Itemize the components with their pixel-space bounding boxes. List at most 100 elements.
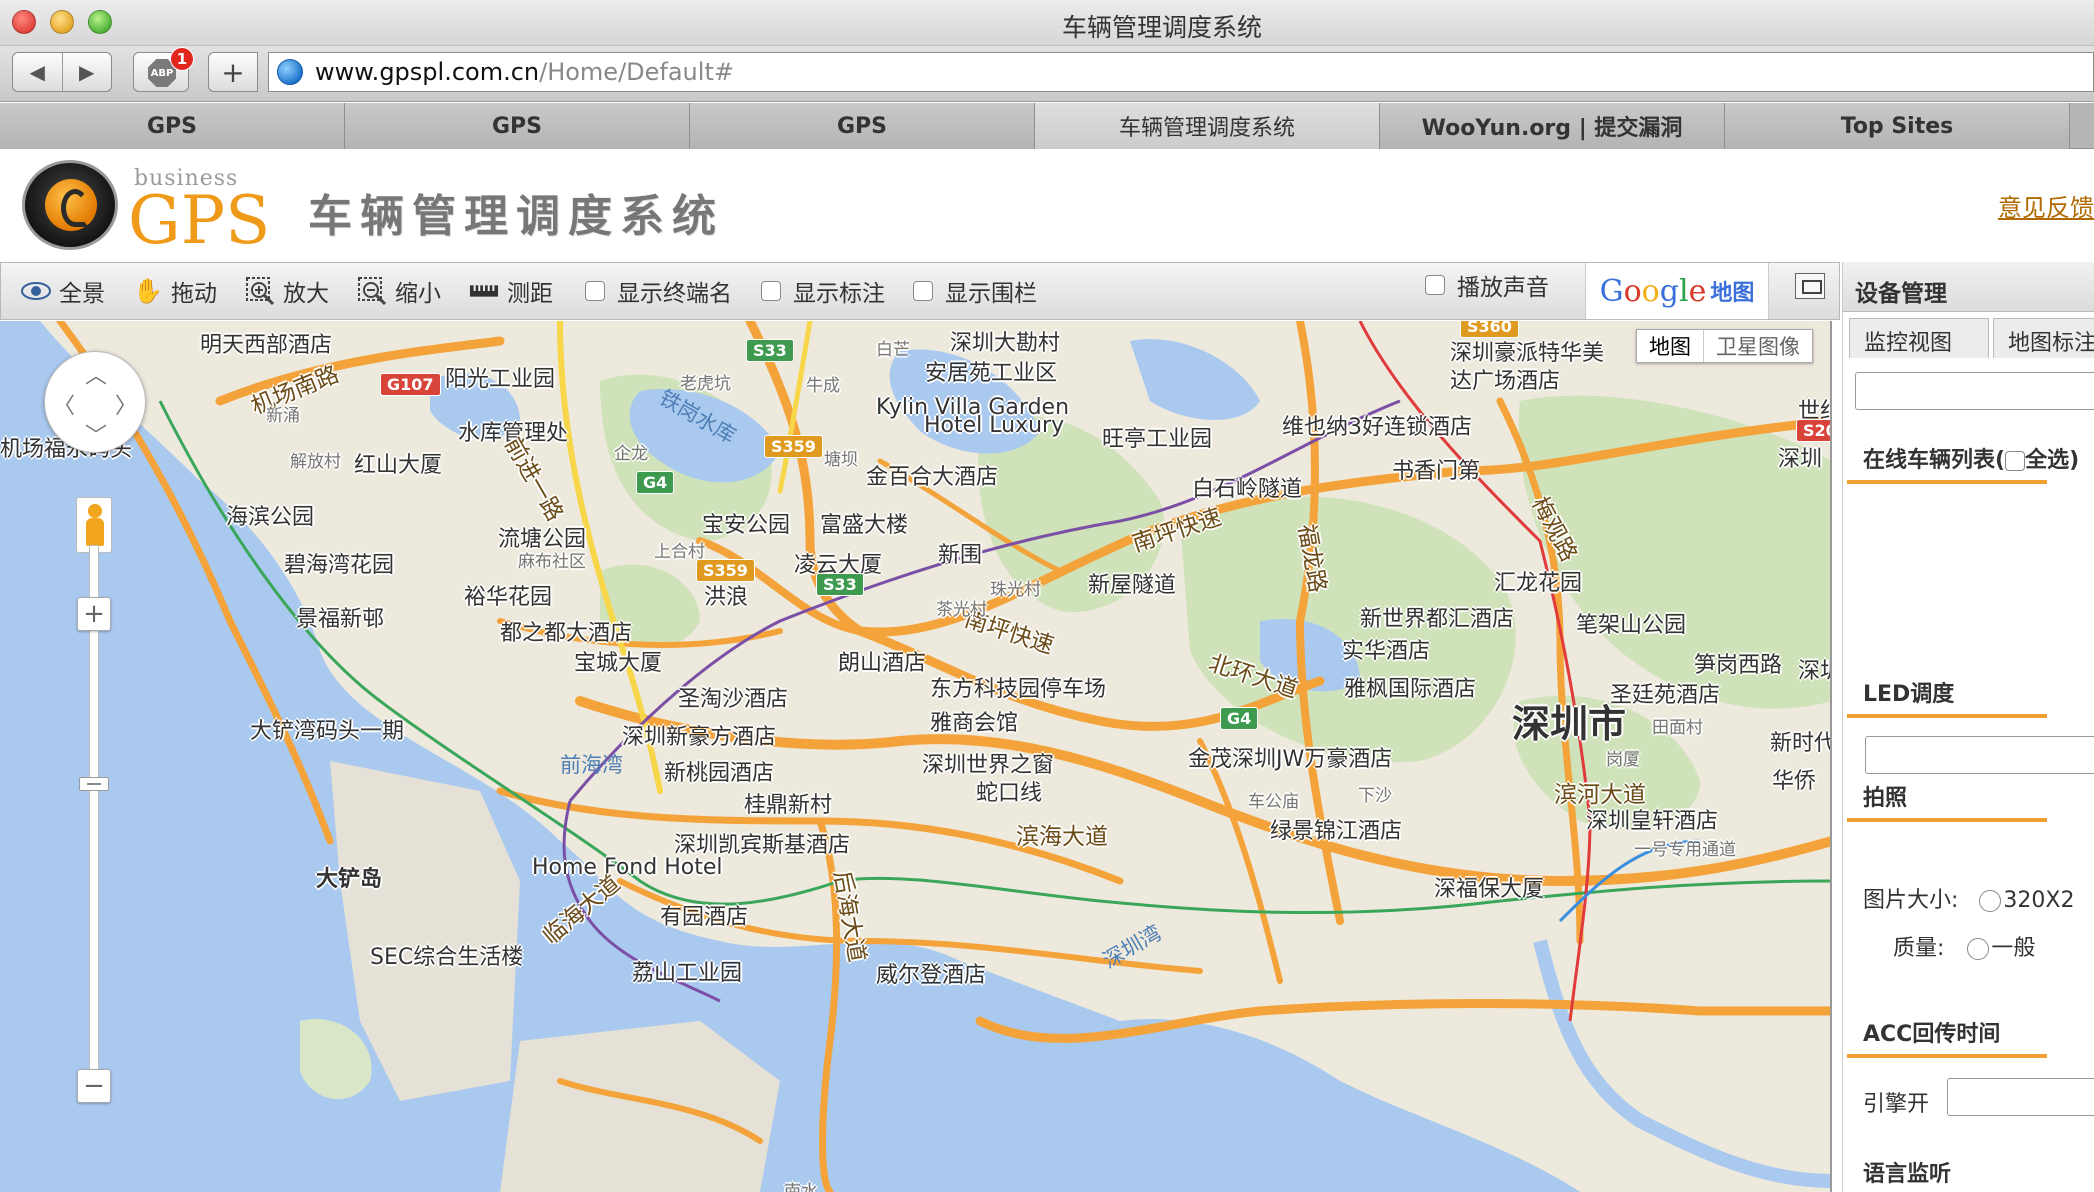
map-label: 有园酒店	[660, 905, 749, 930]
route-shield: G4	[636, 471, 675, 494]
overview-tool[interactable]: 全景	[21, 273, 105, 309]
tab-gps-1[interactable]: GPS	[0, 103, 345, 149]
engine-on-input[interactable]	[1947, 1078, 2094, 1116]
select-all-checkbox[interactable]	[2005, 451, 2026, 471]
map-label: 东方科技园停车场	[930, 677, 1107, 702]
zoom-out-tool[interactable]: 缩小	[357, 273, 441, 309]
area-label: 田面村	[1652, 718, 1703, 738]
show-labels-toggle[interactable]: 显示标注	[761, 273, 885, 309]
tab-gps-3[interactable]: GPS	[690, 103, 1035, 149]
pan-down-icon[interactable]: ﹀	[85, 418, 107, 450]
show-fence-checkbox[interactable]	[913, 281, 933, 301]
play-sound-checkbox[interactable]	[1425, 275, 1445, 295]
map-label: 旺亭工业园	[1102, 427, 1213, 452]
pan-up-icon[interactable]: ︿	[85, 358, 107, 390]
browser-toolbar: ◀ ▶ ABP 1 + www.gpspl.com.cn /Home/Defau…	[0, 46, 2094, 102]
map-label: SEC综合生活楼	[370, 945, 524, 970]
map-label: 安居苑工业区	[925, 361, 1058, 386]
area-label: 麻布社区	[518, 552, 586, 572]
show-fence-toggle[interactable]: 显示围栏	[913, 273, 1037, 309]
zoom-slider-handle[interactable]	[79, 777, 109, 791]
map-type-satellite-button[interactable]: 卫星图像	[1704, 330, 1812, 362]
google-map-logo[interactable]: Google 地图	[1585, 263, 1769, 319]
area-label: 茶光村	[936, 600, 987, 620]
map-label: 宝城大厦	[574, 651, 663, 676]
hand-icon: ✋	[133, 277, 163, 305]
map-zoom-in-button[interactable]: +	[77, 597, 111, 631]
led-message-input[interactable]	[1865, 736, 2094, 774]
restore-window-icon[interactable]	[1795, 273, 1825, 299]
map-label: 新围	[938, 543, 983, 568]
area-label: 岗厦	[1606, 750, 1640, 770]
image-size-radio[interactable]	[1979, 890, 2002, 912]
panel-title: 设备管理	[1843, 262, 2094, 312]
engine-on-row: 引擎开	[1863, 1092, 1930, 1117]
led-dispatch-header: LED调度	[1843, 676, 2094, 718]
image-size-row: 图片大小: 320X2	[1863, 888, 2075, 913]
new-tab-plus-icon[interactable]: +	[208, 52, 258, 92]
map-label: 深圳	[1778, 447, 1823, 472]
play-sound-toggle[interactable]: 播放声音	[1425, 267, 1549, 303]
map-background	[0, 321, 1830, 1192]
map-label: 蛇口线	[976, 781, 1043, 806]
eye-icon	[21, 276, 51, 306]
url-host: www.gpspl.com.cn	[315, 58, 540, 86]
show-terminal-name-toggle[interactable]: 显示终端名	[585, 273, 732, 309]
zoom-out-icon	[357, 276, 387, 306]
map-label: 书香门第	[1392, 459, 1481, 484]
road-label: 滨海大道	[1016, 824, 1108, 850]
route-shield: G107	[380, 373, 441, 396]
map-label: 新屋隧道	[1088, 573, 1177, 598]
map-label: 阳光工业园	[445, 367, 556, 392]
pan-control[interactable]: ︿ ﹀ 〈 〉	[44, 351, 146, 453]
feedback-link[interactable]: 意见反馈	[1998, 188, 2094, 223]
map-label: 圣淘沙酒店	[678, 687, 789, 712]
show-labels-checkbox[interactable]	[761, 281, 781, 301]
map-label: 白石岭隧道	[1192, 477, 1303, 502]
map-label: 富盛大楼	[820, 513, 909, 538]
area-label: 一号专用通道	[1634, 840, 1736, 860]
map-label: 深福保大厦	[1434, 877, 1545, 902]
device-panel: 设备管理 监控视图 地图标注 在线车辆列表(全选) LED调度 拍照 图片大小:…	[1842, 262, 2094, 1192]
map-label: 深圳皇轩酒店	[1586, 809, 1719, 834]
map-label: 裕华花园	[464, 585, 553, 610]
drag-tool[interactable]: ✋ 拖动	[133, 273, 217, 309]
map-label: 深圳	[1798, 659, 1830, 684]
map-label: 实华酒店	[1342, 639, 1431, 664]
tab-vehicle-system[interactable]: 车辆管理调度系统	[1035, 103, 1380, 149]
map-label: 圣廷苑酒店	[1610, 683, 1721, 708]
zoom-in-icon	[245, 276, 275, 306]
zoom-in-tool[interactable]: 放大	[245, 273, 329, 309]
map-type-switch: 地图 卫星图像	[1636, 329, 1813, 363]
address-bar[interactable]: www.gpspl.com.cn /Home/Default#	[268, 52, 2094, 92]
tab-top-sites[interactable]: Top Sites	[1725, 103, 2070, 149]
tab-wooyun[interactable]: WooYun.org | 提交漏洞	[1380, 103, 1725, 149]
map-canvas[interactable]: 明天西部酒店 阳光工业园 深圳大勘村 安居苑工业区 深圳豪派特华美 达广场酒店 …	[0, 321, 1832, 1192]
map-label: 深圳新豪方酒店	[622, 725, 777, 750]
map-label: 新时代	[1770, 731, 1832, 756]
route-shield: S359	[696, 559, 755, 582]
route-shield: G4	[1220, 707, 1259, 730]
tab-gps-2[interactable]: GPS	[345, 103, 690, 149]
measure-tool[interactable]: 测距	[469, 273, 553, 309]
area-label: 新涌	[266, 406, 300, 426]
forward-arrow-icon[interactable]: ▶	[63, 53, 112, 91]
tab-monitor-view[interactable]: 监控视图	[1849, 318, 1989, 358]
pan-right-icon[interactable]: 〉	[115, 388, 137, 420]
adblock-badge: 1	[170, 47, 194, 71]
map-label: 都之都大酒店	[500, 621, 633, 646]
quality-radio[interactable]	[1967, 938, 1990, 960]
tab-map-label[interactable]: 地图标注	[1993, 318, 2094, 358]
map-type-map-button[interactable]: 地图	[1637, 330, 1704, 362]
search-input[interactable]	[1855, 372, 2094, 410]
pan-left-icon[interactable]: 〈	[53, 388, 75, 420]
area-label: 企龙	[614, 444, 648, 464]
photo-header: 拍照	[1843, 780, 2094, 822]
back-arrow-icon[interactable]: ◀	[13, 53, 63, 91]
adblock-button[interactable]: ABP 1	[133, 47, 194, 92]
voice-monitor-header: 语言监听	[1863, 1162, 1952, 1187]
window-titlebar: 车辆管理调度系统	[0, 0, 2094, 46]
map-zoom-out-button[interactable]: −	[77, 1069, 111, 1103]
map-label: 红山大厦	[354, 453, 443, 478]
show-terminal-name-checkbox[interactable]	[585, 281, 605, 301]
